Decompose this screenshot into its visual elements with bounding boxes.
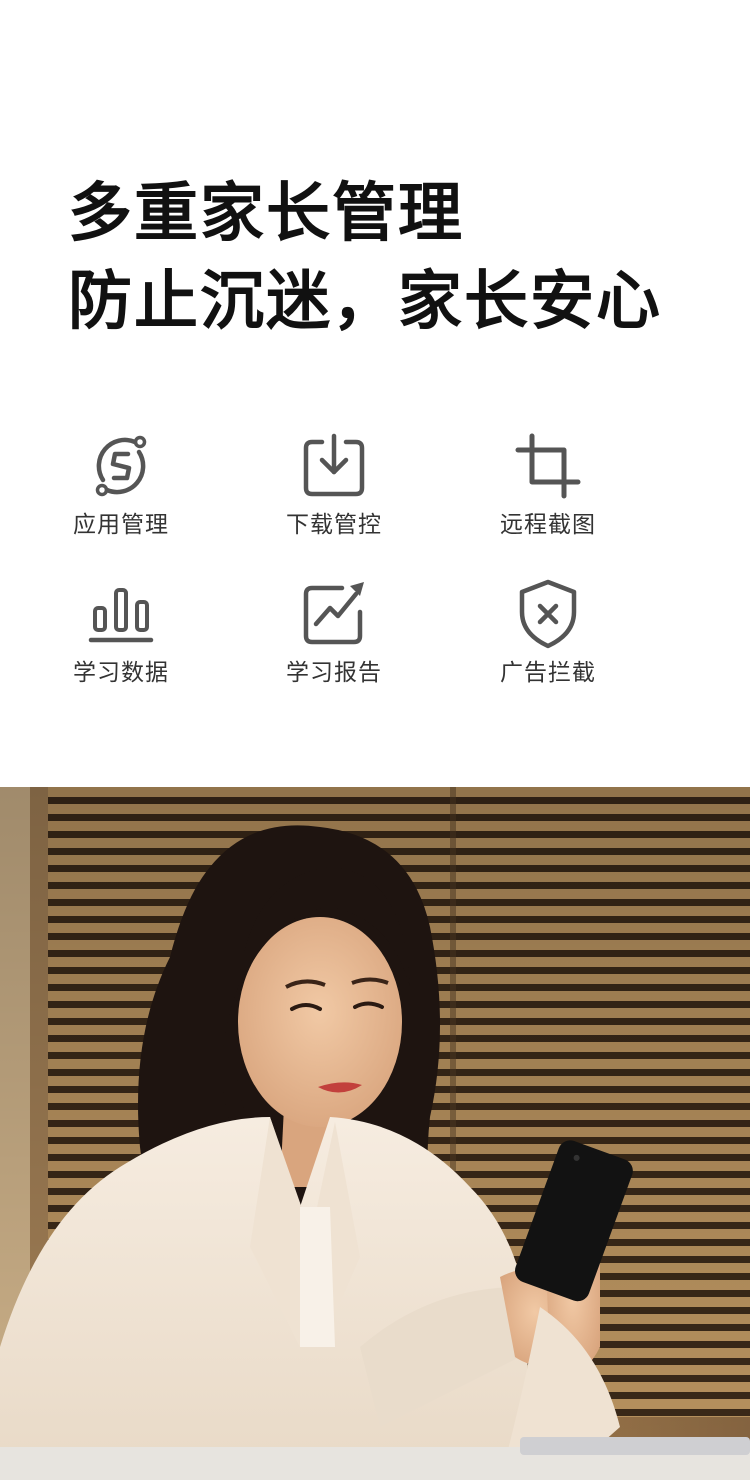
feature-study-data: 学习数据 [41,578,201,688]
feature-label: 远程截图 [500,512,596,538]
feature-label: 学习数据 [73,660,169,686]
headline: 多重家长管理 防止沉迷，家长安心 [68,170,708,346]
bar-chart-icon [88,588,154,643]
feature-app-management: 应用管理 [41,430,201,540]
feature-label: 应用管理 [73,512,169,538]
feature-remote-screenshot: 远程截图 [468,430,628,540]
feature-label: 下载管控 [286,512,382,538]
woman-using-phone-photo [0,787,750,1480]
download-tray-icon [303,433,365,497]
app-switch-icon [95,435,147,497]
headline-line-1: 多重家长管理 [68,177,464,251]
feature-label: 广告拦截 [500,660,596,686]
crop-icon [515,433,581,499]
feature-study-report: 学习报告 [254,578,414,688]
feature-label: 学习报告 [286,660,382,686]
shield-x-icon [519,579,577,649]
feature-download-control: 下载管控 [254,430,414,540]
trend-report-icon [303,582,364,645]
headline-line-2: 防止沉迷，家长安心 [68,265,662,339]
feature-ad-blocking: 广告拦截 [468,578,628,688]
